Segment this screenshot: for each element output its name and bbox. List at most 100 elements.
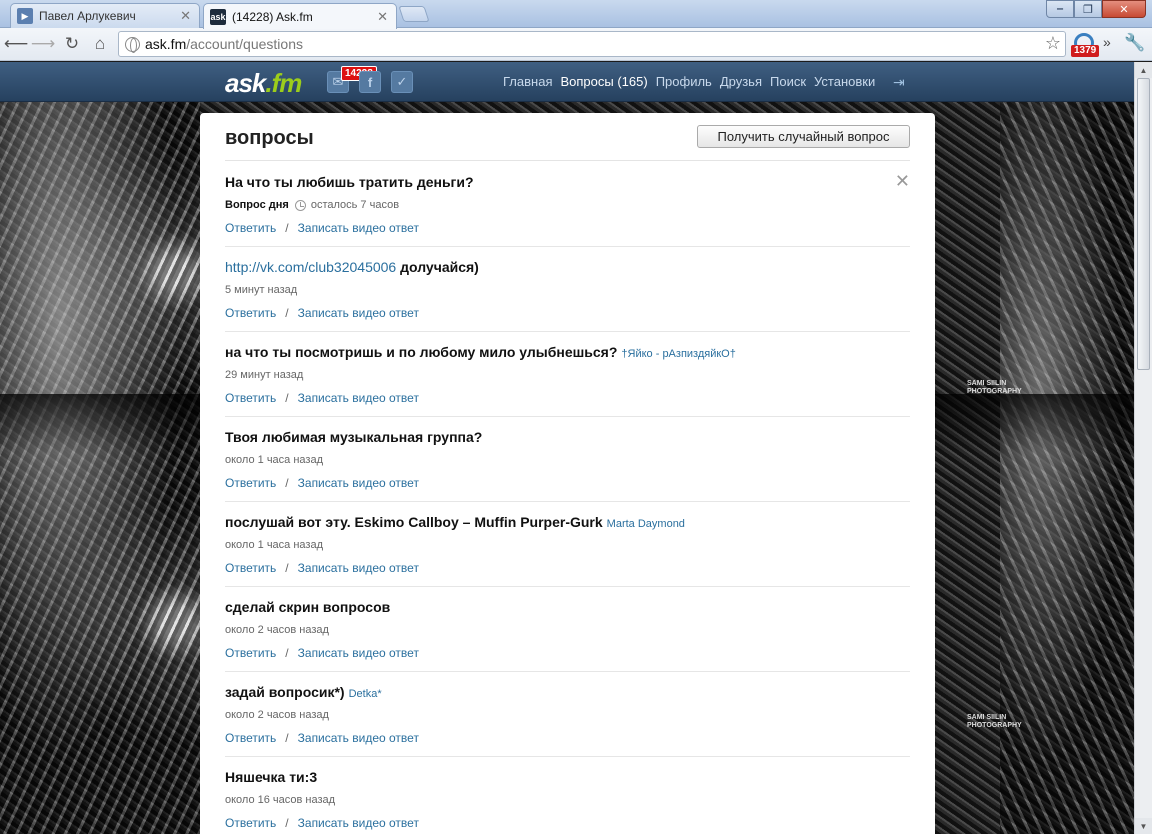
question-list: На что ты любишь тратить деньги? ✕ Вопро… (225, 162, 910, 834)
answer-link[interactable]: Ответить (225, 816, 276, 830)
scrollbar-thumb[interactable] (1137, 78, 1150, 370)
panel-header: вопросы Получить случайный вопрос (225, 125, 910, 161)
question-time: осталось 7 часов (310, 199, 400, 211)
question-author-link[interactable]: Marta Daymond (607, 518, 685, 530)
action-separator: / (285, 391, 289, 405)
video-answer-link[interactable]: Записать видео ответ (298, 391, 419, 405)
url-path: /account/questions (186, 36, 303, 52)
action-separator: / (285, 646, 289, 660)
video-answer-link[interactable]: Записать видео ответ (298, 561, 419, 575)
clock-icon (294, 199, 306, 211)
browser-tab-1[interactable]: ▶ Павел Арлукевич ✕ (10, 3, 200, 28)
window-controls: ‒ ❐ ✕ (1046, 0, 1146, 18)
answer-link[interactable]: Ответить (225, 476, 276, 490)
action-separator: / (285, 306, 289, 320)
facebook-icon[interactable]: f (359, 71, 381, 93)
question-item: задай вопросик*) Detka* около 2 часов наз… (225, 672, 910, 757)
dismiss-close-icon[interactable]: ✕ (895, 172, 910, 190)
question-item: http://vk.com/club32045006 долучайся) 5 … (225, 247, 910, 332)
questions-panel: вопросы Получить случайный вопрос На что… (200, 113, 935, 834)
bookmark-star-icon[interactable]: ☆ (1045, 33, 1061, 54)
nav-questions[interactable]: Вопросы (165) (560, 74, 647, 89)
video-answer-link[interactable]: Записать видео ответ (298, 646, 419, 660)
question-time: 5 минут назад (225, 284, 298, 296)
nav-home[interactable]: Главная (503, 74, 552, 89)
nav-search[interactable]: Поиск (770, 74, 806, 89)
wrench-icon[interactable]: 🔧 (1124, 33, 1145, 53)
nav-friends[interactable]: Друзья (720, 74, 762, 89)
answer-link[interactable]: Ответить (225, 731, 276, 745)
twitter-icon[interactable]: ✓ (391, 71, 413, 93)
question-text: послушай вот эту. Eskimo Callboy – Muffi… (225, 514, 603, 530)
question-text: Твоя любимая музыкальная группа? (225, 429, 483, 445)
question-item: На что ты любишь тратить деньги? ✕ Вопро… (225, 162, 910, 247)
question-item: послушай вот эту. Eskimo Callboy – Muffi… (225, 502, 910, 587)
close-icon[interactable]: ✕ (180, 8, 191, 24)
action-separator: / (285, 731, 289, 745)
question-author-link[interactable]: Detka* (349, 688, 382, 700)
question-link[interactable]: http://vk.com/club32045006 (225, 259, 396, 275)
extension-button[interactable]: 1379 (1071, 31, 1100, 57)
back-arrow-icon[interactable]: ⟵ (4, 33, 28, 55)
minimize-icon[interactable]: ‒ (1046, 0, 1074, 18)
askfm-logo[interactable]: ask.fm (225, 68, 302, 99)
video-answer-link[interactable]: Записать видео ответ (298, 476, 419, 490)
question-author-link[interactable]: †Яйко - рАзпиздяйкО† (621, 348, 735, 360)
random-question-button[interactable]: Получить случайный вопрос (697, 125, 910, 148)
video-answer-link[interactable]: Записать видео ответ (298, 731, 419, 745)
question-text: сделай скрин вопросов (225, 599, 391, 615)
close-icon[interactable]: ✕ (377, 9, 388, 25)
globe-icon (125, 36, 140, 53)
action-separator: / (285, 221, 289, 235)
answer-link[interactable]: Ответить (225, 561, 276, 575)
browser-toolbar: ⟵ ⟶ ↻ ⌂ ask.fm/account/questions ☆ 1379 … (0, 28, 1152, 61)
browser-tab-strip: ▶ Павел Арлукевич ✕ ask (14228) Ask.fm ✕… (0, 0, 1152, 29)
question-time: около 2 часов назад (225, 709, 329, 721)
scroll-down-arrow-icon[interactable]: ▼ (1135, 818, 1152, 834)
answer-link[interactable]: Ответить (225, 646, 276, 660)
play-icon: ▶ (17, 8, 33, 24)
question-time: около 2 часов назад (225, 624, 329, 636)
nav-settings[interactable]: Установки (814, 74, 875, 89)
scroll-up-arrow-icon[interactable]: ▲ (1135, 62, 1152, 78)
question-text: На что ты любишь тратить деньги? (225, 174, 474, 190)
question-item: Няшечка ти:3 около 16 часов назад Ответи… (225, 757, 910, 834)
photo-watermark: SAMI SIILIN PHOTOGRAPHY (967, 714, 1022, 729)
browser-tab-2[interactable]: ask (14228) Ask.fm ✕ (203, 3, 397, 29)
question-text: задай вопросик*) (225, 684, 345, 700)
window-close-icon[interactable]: ✕ (1102, 0, 1146, 18)
address-bar[interactable]: ask.fm/account/questions ☆ (118, 31, 1066, 57)
question-time: около 1 часа назад (225, 454, 323, 466)
answer-link[interactable]: Ответить (225, 221, 276, 235)
question-item: сделай скрин вопросов около 2 часов наза… (225, 587, 910, 672)
question-item: на что ты посмотришь и по любому мило ул… (225, 332, 910, 417)
logout-icon[interactable]: ⇥ (893, 74, 909, 90)
answer-link[interactable]: Ответить (225, 391, 276, 405)
reload-icon[interactable]: ↻ (61, 33, 83, 55)
question-text: Няшечка ти:3 (225, 769, 318, 785)
question-text: долучайся) (396, 259, 479, 275)
background-photo-left (0, 102, 200, 834)
restore-icon[interactable]: ❐ (1074, 0, 1102, 18)
new-tab-button[interactable] (398, 6, 430, 22)
url-host: ask.fm (145, 36, 187, 52)
extension-badge: 1379 (1071, 45, 1100, 57)
photo-watermark: SAMI SIILIN PHOTOGRAPHY (967, 380, 1022, 395)
ask-icon: ask (210, 8, 226, 25)
page-scrollbar[interactable]: ▲ ▼ (1134, 62, 1152, 834)
answer-link[interactable]: Ответить (225, 306, 276, 320)
home-icon[interactable]: ⌂ (89, 33, 111, 55)
main-nav: Главная Вопросы (165) Профиль Друзья Пои… (503, 74, 875, 89)
question-time: 29 минут назад (225, 369, 304, 381)
action-separator: / (285, 561, 289, 575)
video-answer-link[interactable]: Записать видео ответ (298, 221, 419, 235)
video-answer-link[interactable]: Записать видео ответ (298, 816, 419, 830)
tab-label: Павел Арлукевич (39, 9, 136, 23)
nav-profile[interactable]: Профиль (656, 74, 712, 89)
question-of-day-label: Вопрос дня (225, 199, 289, 211)
chevron-more-icon[interactable]: » (1103, 34, 1111, 50)
video-answer-link[interactable]: Записать видео ответ (298, 306, 419, 320)
forward-arrow-icon[interactable]: ⟶ (31, 33, 55, 55)
page-title: вопросы (225, 127, 314, 149)
page-viewport: SAMI SIILIN PHOTOGRAPHY SAMI SIILIN PHOTOG… (0, 62, 1134, 834)
